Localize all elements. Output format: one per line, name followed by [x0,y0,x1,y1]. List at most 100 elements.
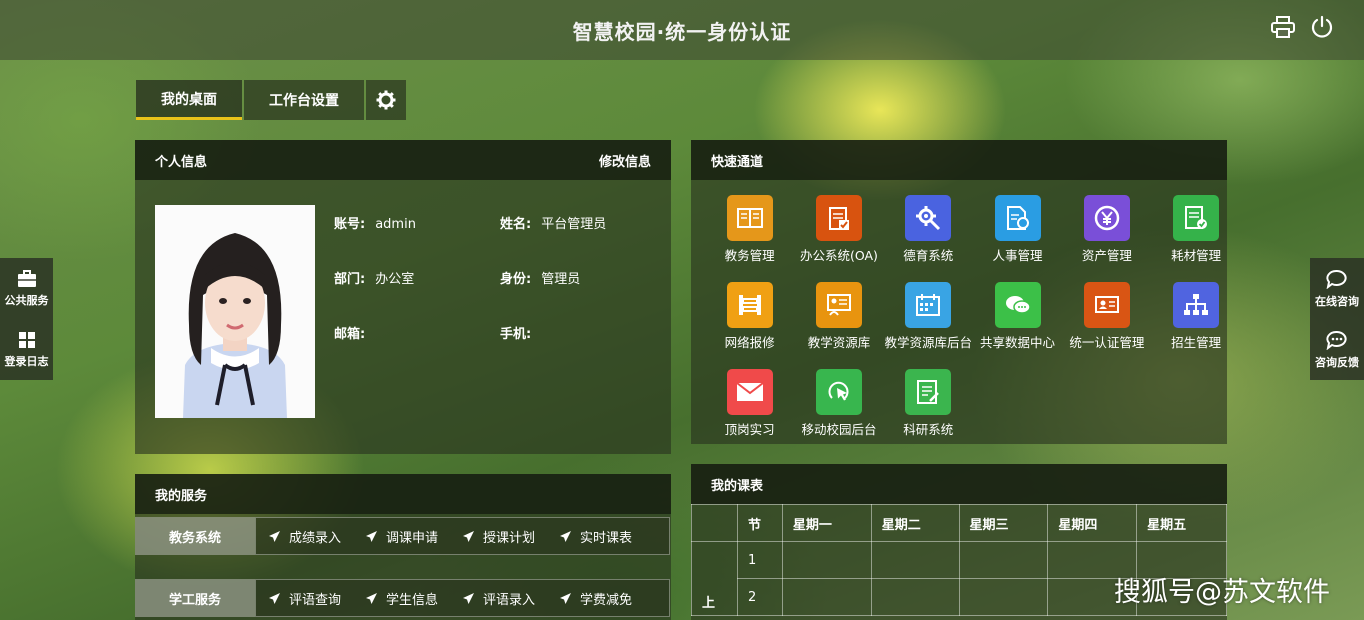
quick-item-repair[interactable]: 网络报修 [705,282,794,351]
period-label: 上 [691,541,738,616]
service-link[interactable]: 成绩录入 [268,527,341,546]
service-link[interactable]: 评语查询 [268,589,341,608]
department-field: 部门: 办公室 [334,272,415,287]
quick-item-label: 教务管理 [724,248,775,263]
send-icon [463,530,475,542]
consult-feedback-button[interactable]: 咨询反馈 [1315,319,1359,380]
grid-icon [18,331,35,348]
personal-info-panel: 个人信息 修改信息 账号: admin 姓名: 平台管理员 部门: 办公室 身份: 管理… [135,140,671,454]
quick-item-label: 网络报修 [724,335,775,350]
service-link[interactable]: 调课申请 [365,527,438,546]
document-badge-icon [1173,195,1220,241]
service-category[interactable]: 教务系统 [135,517,255,555]
avatar [155,205,315,418]
left-side-toolbar: 公共服务 登录日志 [0,258,53,380]
quick-item-resource-admin[interactable]: 教学资源库后台 [884,282,973,351]
tab-my-desktop[interactable]: 我的桌面 [136,80,242,120]
quick-item-label: 科研系统 [903,422,954,437]
service-row-student-affairs: 学工服务 评语查询 学生信息 评语录入 学费减免 [135,579,670,617]
id-card-icon [1083,282,1130,328]
my-services-header: 我的服务 [135,474,671,514]
notes-icon [905,369,952,415]
mail-icon [726,369,773,415]
quick-item-academic[interactable]: 教务管理 [705,195,794,264]
send-icon [463,592,475,604]
quick-item-data-center[interactable]: 共享数据中心 [973,282,1062,351]
quick-access-grid: 教务管理 办公系统(OA) 德育系统 人事管理 资产管理 耗材管理 网络报修 教… [705,195,1241,438]
online-consult-button[interactable]: 在线咨询 [1315,258,1359,319]
personal-info-title: 个人信息 [155,154,208,170]
quick-item-label: 人事管理 [992,248,1043,263]
clipboard-check-icon [815,195,862,241]
quick-item-label: 耗材管理 [1171,248,1222,263]
chat-icon [994,282,1041,328]
schedule-header-row: 节 星期一 星期二 星期三 星期四 星期五 [691,504,1227,542]
watermark-text: 搜狐号@苏文软件 [1114,577,1330,608]
quick-item-resource[interactable]: 教学资源库 [794,282,883,351]
my-services-panel: 我的服务 教务系统 成绩录入 调课申请 授课计划 实时课表 学工服务 评语查询 … [135,474,671,620]
send-icon [560,530,572,542]
send-icon [560,592,572,604]
send-icon [269,530,280,542]
account-field: 账号: admin [334,217,416,232]
desktop-tabs: 我的桌面 工作台设置 [136,80,408,120]
printer-icon[interactable] [1270,14,1296,40]
send-icon [366,592,378,604]
quick-item-enrollment[interactable]: 招生管理 [1151,282,1240,351]
quick-item-mobile-admin[interactable]: 移动校园后台 [794,369,883,438]
tab-workbench-settings[interactable]: 工作台设置 [244,80,364,120]
quick-item-label: 德育系统 [903,248,954,263]
quick-item-label: 资产管理 [1081,248,1132,263]
gear-icon [376,90,396,110]
service-category[interactable]: 学工服务 [135,579,255,617]
quick-item-label: 招生管理 [1171,335,1222,350]
settings-gear-button[interactable] [366,80,406,120]
send-icon [269,592,280,604]
phone-field: 手机: [500,327,532,342]
service-link[interactable]: 实时课表 [559,527,632,546]
chat-dots-icon [1326,330,1347,350]
edit-info-link[interactable]: 修改信息 [599,151,651,170]
bed-icon [726,282,773,328]
quick-item-label: 教学资源库后台 [884,335,972,350]
quick-item-auth-admin[interactable]: 统一认证管理 [1062,282,1151,351]
service-link[interactable]: 学费减免 [559,589,632,608]
my-services-title: 我的服务 [155,488,208,504]
service-link[interactable]: 评语录入 [462,589,535,608]
email-field: 邮箱: [334,327,366,342]
login-log-button[interactable]: 登录日志 [5,319,49,380]
power-icon[interactable] [1309,14,1335,40]
service-link[interactable]: 授课计划 [462,527,535,546]
quick-item-label: 移动校园后台 [801,422,877,437]
yuan-coin-icon [1083,195,1130,241]
gear-wrench-icon [905,195,952,241]
quick-item-moral[interactable]: 德育系统 [884,195,973,264]
right-side-toolbar: 在线咨询 咨询反馈 [1310,258,1364,380]
quick-item-assets[interactable]: 资产管理 [1062,195,1151,264]
presentation-icon [815,282,862,328]
book-icon [726,195,773,241]
quick-item-research[interactable]: 科研系统 [884,369,973,438]
public-services-button[interactable]: 公共服务 [5,258,49,319]
identity-field: 身份: 管理员 [500,272,581,287]
chat-bubble-icon [1326,269,1347,289]
briefcase-icon [17,269,36,287]
quick-access-panel: 快速通道 教务管理 办公系统(OA) 德育系统 人事管理 资产管理 耗材管理 网… [691,140,1227,444]
quick-item-internship[interactable]: 顶岗实习 [705,369,794,438]
pointer-icon [815,369,862,415]
org-chart-icon [1173,282,1220,328]
app-title: 智慧校园·统一身份认证 [572,20,792,44]
quick-item-label: 顶岗实习 [724,422,775,437]
personal-info-header: 个人信息 修改信息 [135,140,671,180]
calendar-icon [905,282,952,328]
my-schedule-title: 我的课表 [711,478,764,494]
quick-item-label: 共享数据中心 [980,335,1056,350]
quick-access-header: 快速通道 [691,140,1227,180]
quick-item-oa[interactable]: 办公系统(OA) [794,195,883,264]
quick-access-title: 快速通道 [711,154,764,170]
quick-item-hr[interactable]: 人事管理 [973,195,1062,264]
name-field: 姓名: 平台管理员 [500,217,607,232]
send-icon [366,530,378,542]
service-link[interactable]: 学生信息 [365,589,438,608]
quick-item-consumables[interactable]: 耗材管理 [1151,195,1240,264]
